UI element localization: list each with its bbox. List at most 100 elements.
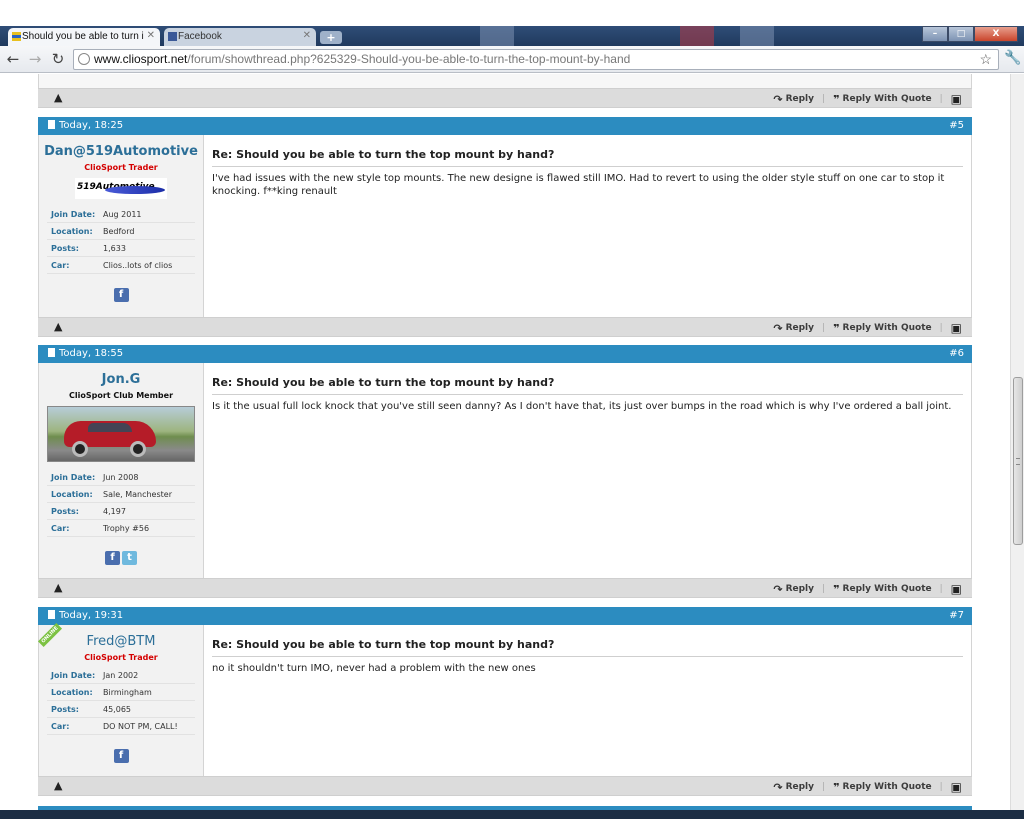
stat-value: Birmingham	[103, 688, 152, 697]
reply-with-quote-button[interactable]: Reply With Quote	[843, 323, 932, 333]
separator: |	[939, 323, 943, 333]
url-host: www.cliosport.net	[94, 52, 188, 66]
reply-button[interactable]: Reply	[786, 782, 814, 792]
stat-value: Sale, Manchester	[103, 490, 172, 499]
stat-row: Join Date: Jan 2002	[47, 667, 195, 684]
stat-row: Posts: 4,197	[47, 503, 195, 520]
cliosport-favicon	[12, 32, 21, 41]
post-content: Re: Should you be able to turn the top m…	[212, 135, 963, 198]
facebook-icon[interactable]: f	[105, 551, 120, 565]
back-arrow-icon[interactable]: ←	[4, 50, 22, 68]
reply-with-quote-button[interactable]: Reply With Quote	[843, 782, 932, 792]
wrench-menu-icon[interactable]: 🔧	[1004, 50, 1021, 66]
quote-icon: ❞	[833, 92, 840, 106]
post-date: Today, 18:25	[59, 120, 124, 131]
post-date: Today, 18:55	[59, 348, 124, 359]
user-stats: Join Date: Aug 2011 Location: Bedford Post…	[47, 206, 195, 274]
separator: |	[939, 782, 943, 792]
tab-active[interactable]: Should you be able to turn i ✕	[8, 28, 160, 46]
stat-label: Posts:	[51, 705, 79, 714]
post-action-bar: ▲ ↷ Reply | ❞ Reply With Quote | ▣	[38, 317, 972, 337]
vertical-scrollbar[interactable]	[1010, 74, 1024, 819]
post-title: Re: Should you be able to turn the top m…	[212, 376, 963, 395]
post-content: Re: Should you be able to turn the top m…	[212, 625, 963, 675]
post-number-link[interactable]: #5	[949, 117, 964, 135]
separator: |	[822, 323, 826, 333]
user-logo: 519Automotive	[75, 178, 167, 199]
stat-label: Posts:	[51, 507, 79, 516]
stat-value: 45,065	[103, 705, 131, 714]
user-info-panel: ONLINE Fred@BTM ClioSport Trader Join Da…	[37, 622, 204, 776]
post-action-bar: ▲ ↷ Reply | ❞ Reply With Quote | ▣	[38, 776, 972, 796]
maximize-button[interactable]: □	[948, 26, 974, 42]
stat-row: Join Date: Aug 2011	[47, 206, 195, 223]
report-post-icon[interactable]: ▲	[54, 91, 62, 104]
username-link[interactable]: Jon.G	[39, 372, 203, 387]
page-info-icon[interactable]	[78, 53, 90, 65]
post-title: Re: Should you be able to turn the top m…	[212, 148, 963, 167]
logo-swoosh	[105, 186, 165, 194]
facebook-icon[interactable]: f	[113, 288, 129, 302]
post-header: Today, 18:25 #5	[38, 117, 972, 135]
report-post-icon[interactable]: ▲	[54, 581, 62, 594]
facebook-icon[interactable]: f	[113, 749, 129, 763]
stat-row: Location: Birmingham	[47, 684, 195, 701]
post-document-icon	[48, 348, 55, 357]
reply-with-quote-button[interactable]: Reply With Quote	[843, 94, 932, 104]
stat-value: 4,197	[103, 507, 126, 516]
user-info-panel: Dan@519Automotive ClioSport Trader 519Au…	[39, 135, 204, 317]
multi-quote-icon[interactable]: ▣	[951, 582, 962, 596]
new-tab-button[interactable]: +	[320, 31, 342, 44]
reply-with-quote-button[interactable]: Reply With Quote	[843, 584, 932, 594]
username-link[interactable]: Fred@BTM	[39, 634, 203, 649]
post-number-link[interactable]: #7	[949, 607, 964, 625]
social-links: f	[39, 282, 203, 302]
scrollbar-thumb[interactable]	[1013, 377, 1023, 545]
close-window-button[interactable]: X	[974, 26, 1018, 42]
user-title: ClioSport Trader	[84, 653, 158, 662]
close-tab-icon[interactable]: ✕	[303, 30, 311, 41]
post-content: Re: Should you be able to turn the top m…	[212, 363, 963, 413]
tab-facebook[interactable]: Facebook ✕	[164, 28, 316, 46]
close-tab-icon[interactable]: ✕	[147, 30, 155, 41]
twitter-icon[interactable]: t	[122, 551, 137, 565]
bookmark-star-icon[interactable]: ☆	[979, 50, 992, 69]
post-header: Today, 18:55 #6	[38, 345, 972, 363]
address-bar[interactable]: www.cliosport.net/forum/showthread.php?6…	[73, 49, 999, 70]
reply-button[interactable]: Reply	[786, 323, 814, 333]
reload-icon[interactable]: ↻	[49, 50, 67, 68]
reply-button[interactable]: Reply	[786, 584, 814, 594]
post-title: Re: Should you be able to turn the top m…	[212, 638, 963, 657]
forward-arrow-icon[interactable]: →	[26, 50, 44, 68]
post-body: no it shouldn't turn IMO, never had a pr…	[212, 663, 536, 674]
multi-quote-icon[interactable]: ▣	[951, 780, 962, 794]
previous-post-body	[38, 74, 972, 88]
post: ONLINE Fred@BTM ClioSport Trader Join Da…	[37, 622, 972, 776]
facebook-favicon	[168, 32, 177, 41]
report-post-icon[interactable]: ▲	[54, 779, 62, 792]
multi-quote-icon[interactable]: ▣	[951, 92, 962, 106]
background-decoration	[680, 26, 714, 46]
multi-quote-icon[interactable]: ▣	[951, 321, 962, 335]
user-title: ClioSport Club Member	[68, 391, 174, 400]
stat-value: DO NOT PM, CALL!	[103, 722, 178, 731]
stat-row: Car: DO NOT PM, CALL!	[47, 718, 195, 735]
stat-value: Aug 2011	[103, 210, 142, 219]
post-action-bar: ▲ ↷ Reply | ❞ Reply With Quote | ▣	[38, 578, 972, 598]
car-window	[88, 423, 132, 432]
os-taskbar	[0, 810, 1024, 819]
stat-label: Location:	[51, 227, 93, 236]
tab-strip: Should you be able to turn i ✕ Facebook …	[0, 26, 1024, 46]
stat-row: Location: Bedford	[47, 223, 195, 240]
post-number-link[interactable]: #6	[949, 345, 964, 363]
reply-icon: ↷	[773, 780, 783, 794]
window-controls: – □ X	[922, 26, 1018, 42]
stat-row: Car: Trophy #56	[47, 520, 195, 537]
report-post-icon[interactable]: ▲	[54, 320, 62, 333]
reply-button[interactable]: Reply	[786, 94, 814, 104]
username-link[interactable]: Dan@519Automotive	[39, 144, 203, 159]
minimize-button[interactable]: –	[922, 26, 948, 42]
stat-label: Join Date:	[51, 671, 96, 680]
separator: |	[822, 584, 826, 594]
page-viewport: ▲ ↷ Reply | ❞ Reply With Quote | ▣ Today…	[0, 74, 1010, 819]
